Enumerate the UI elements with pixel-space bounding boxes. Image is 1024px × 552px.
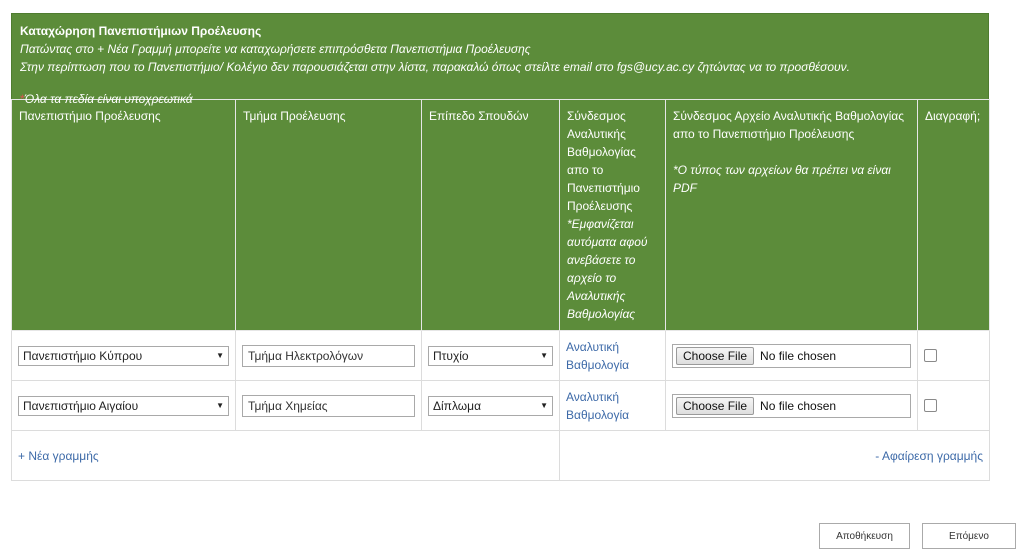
save-button[interactable]: Αποθήκευση: [819, 523, 910, 549]
universities-panel: Καταχώρηση Πανεπιστήμιων Προέλευσης Πατώ…: [11, 13, 990, 481]
next-button[interactable]: Επόμενο: [922, 523, 1016, 549]
chevron-down-icon: ▼: [540, 351, 548, 360]
university-select[interactable]: Πανεπιστήμιο Αιγαίου ▼: [18, 395, 229, 416]
col-header-university: Πανεπιστήμιο Προέλευσης: [11, 99, 236, 331]
table-header-row: Πανεπιστήμιο Προέλευσης Τμήμα Προέλευσης…: [11, 99, 990, 331]
universities-table: Πανεπιστήμιο Προέλευσης Τμήμα Προέλευσης…: [11, 99, 990, 481]
col-header-delete: Διαγραφή;: [917, 99, 990, 331]
required-fields-text: Όλα τα πεδία είναι υποχρεωτικά: [24, 92, 193, 106]
chevron-down-icon: ▼: [216, 351, 224, 360]
remove-row-link[interactable]: - Αφαίρεση γραμμής: [875, 449, 983, 463]
delete-checkbox[interactable]: [924, 399, 937, 412]
table-footer-row: + Νέα γραμμής - Αφαίρεση γραμμής: [11, 430, 990, 481]
col-header-level: Επίπεδο Σπουδών: [421, 99, 560, 331]
table-row: Πανεπιστήμιο Κύπρου ▼ Τμήμα Ηλεκτρολόγων …: [11, 330, 990, 381]
choose-file-button[interactable]: Choose File: [676, 346, 755, 365]
panel-title: Καταχώρηση Πανεπιστήμιων Προέλευσης: [20, 24, 262, 38]
table-row: Πανεπιστήμιο Αιγαίου ▼ Τμήμα Χημείας Δίπλ…: [11, 380, 990, 431]
transcript-file-input[interactable]: Choose File No file chosen: [672, 343, 911, 368]
panel-banner: Καταχώρηση Πανεπιστήμιων Προέλευσης Πατώ…: [11, 13, 989, 106]
chevron-down-icon: ▼: [540, 401, 548, 410]
col-header-department: Τμήμα Προέλευσης: [235, 99, 422, 331]
file-status: No file chosen: [760, 398, 837, 413]
transcript-link[interactable]: Αναλυτική Βαθμολογία: [566, 388, 659, 424]
transcript-link[interactable]: Αναλυτική Βαθμολογία: [566, 338, 659, 374]
file-status: No file chosen: [760, 348, 837, 363]
level-select[interactable]: Δίπλωμα ▼: [428, 395, 553, 416]
level-select[interactable]: Πτυχίο ▼: [428, 345, 553, 366]
add-row-link[interactable]: + Νέα γραμμής: [18, 449, 99, 463]
col-header-transcript-link: Σύνδεσμος Αναλυτικής Βαθμολογίας απο το …: [559, 99, 666, 331]
department-input[interactable]: Τμήμα Χημείας: [242, 394, 415, 417]
university-select[interactable]: Πανεπιστήμιο Κύπρου ▼: [18, 345, 229, 366]
delete-checkbox[interactable]: [924, 349, 937, 362]
missing-university-instructions: Στην περίπτωση που το Πανεπιστήμιο/ Κολέ…: [20, 60, 850, 74]
department-input[interactable]: Τμήμα Ηλεκτρολόγων: [242, 344, 415, 367]
chevron-down-icon: ▼: [216, 401, 224, 410]
choose-file-button[interactable]: Choose File: [676, 396, 755, 415]
add-row-instructions: Πατώντας στο + Νέα Γραμμή μπορείτε να κα…: [20, 42, 531, 56]
transcript-file-input[interactable]: Choose File No file chosen: [672, 393, 911, 418]
col-header-transcript-file: Σύνδεσμος Αρχείο Αναλυτικής Βαθμολογίας …: [665, 99, 918, 331]
